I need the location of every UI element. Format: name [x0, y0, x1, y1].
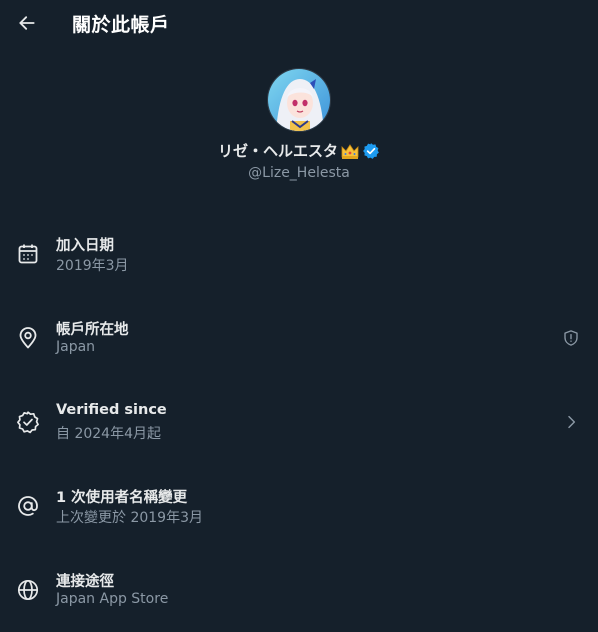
- chevron-right-icon: [560, 411, 582, 433]
- row-title: 1 次使用者名稱變更: [56, 490, 188, 506]
- name-row: リゼ・ヘルエスタ: [218, 140, 380, 161]
- row-subtitle: Japan App Store: [56, 591, 169, 607]
- row-title: Verified since: [56, 402, 167, 418]
- handle: @Lize_Helesta: [248, 165, 350, 181]
- shield-alert-icon[interactable]: [560, 327, 582, 349]
- page-title: 關於此帳戶: [72, 14, 170, 36]
- list-item-connected-via: 連接途徑 Japan App Store: [0, 548, 598, 632]
- list-item-verified-since[interactable]: Verified since 自 2024年4月起: [0, 380, 598, 464]
- display-name: リゼ・ヘルエスタ: [217, 142, 338, 160]
- location-pin-icon: [16, 326, 40, 350]
- list-item-joined-date: 加入日期 2019年3月: [0, 212, 598, 296]
- avatar[interactable]: [267, 68, 331, 132]
- header-bar: 關於此帳戶: [0, 0, 598, 46]
- list-item-username-changes: 1 次使用者名稱變更 上次變更於 2019年3月: [0, 464, 598, 548]
- row-subtitle: 2019年3月: [56, 258, 129, 274]
- account-info-list: 加入日期 2019年3月 帳戶所在地 Japan Verified since …: [0, 212, 598, 632]
- calendar-icon: [16, 242, 40, 266]
- row-title: 連接途徑: [56, 574, 114, 590]
- back-button[interactable]: [12, 8, 42, 38]
- row-subtitle: 自 2024年4月起: [56, 426, 161, 442]
- verified-badge-icon: [362, 142, 380, 160]
- row-title: 帳戶所在地: [56, 322, 129, 338]
- list-item-account-location: 帳戶所在地 Japan: [0, 296, 598, 380]
- row-title: 加入日期: [56, 238, 114, 254]
- crown-icon: [340, 142, 360, 160]
- row-subtitle: Japan: [56, 339, 96, 355]
- row-subtitle: 上次變更於 2019年3月: [56, 510, 203, 526]
- at-sign-icon: [16, 494, 40, 518]
- profile-summary: リゼ・ヘルエスタ @Lize_Helesta: [0, 68, 598, 181]
- verified-badge-icon: [16, 410, 40, 434]
- arrow-left-icon: [17, 13, 37, 33]
- globe-icon: [16, 578, 40, 602]
